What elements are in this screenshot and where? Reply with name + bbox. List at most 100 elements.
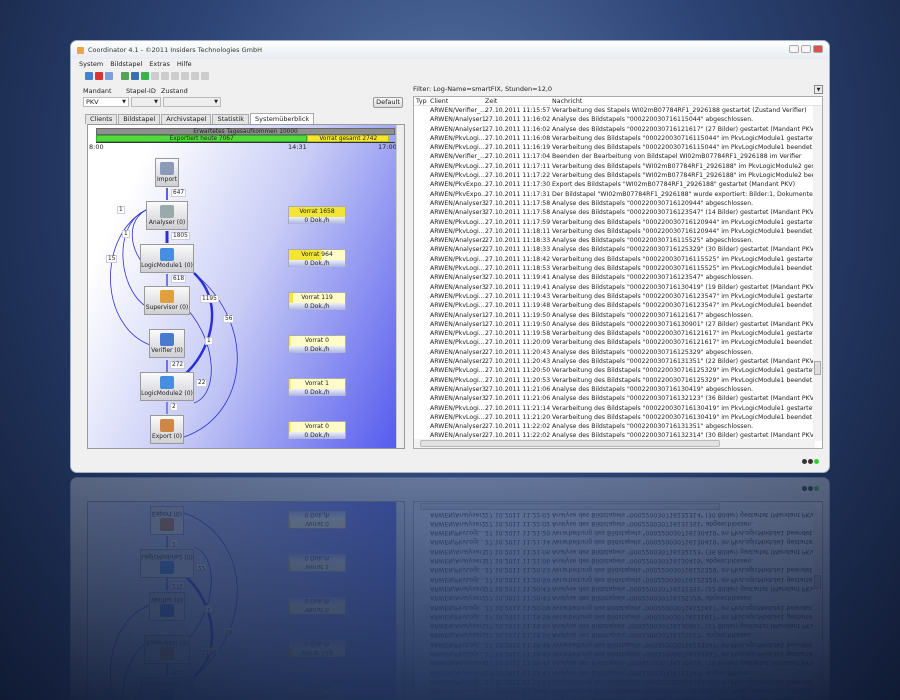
log-type	[414, 208, 428, 217]
log-message: Analyse des Bildstapels "000220030716130…	[552, 385, 754, 393]
log-row[interactable]: ARWEN/PkvLogi... 27.10.2011 11:17:59 Verar…	[414, 218, 822, 227]
disabled-tool-icon[interactable]	[201, 71, 209, 80]
log-type	[414, 338, 428, 347]
zustand-select[interactable]: ▼	[163, 97, 221, 107]
export-icon[interactable]	[131, 71, 139, 80]
node-supervisor[interactable]: Supervisor (0)	[144, 286, 190, 315]
node-import[interactable]: Import	[155, 158, 179, 187]
tab-systemueberblick[interactable]: Systemüberblick	[249, 113, 315, 124]
log-row[interactable]: ARWEN/PkvLogi... 27.10.2011 11:21:20 Verar…	[414, 413, 822, 422]
node-analyser[interactable]: Analyser (0)	[146, 201, 188, 230]
log-row[interactable]: ARWEN/PkvLogi... 27.10.2011 11:16:19 Verar…	[414, 143, 822, 152]
log-message: Verarbeitung des Bildstapels "0002200307…	[552, 367, 817, 375]
log-client: ARWEN/PkvLogi...	[430, 376, 485, 384]
log-time: 27.10.2011 11:19:58	[485, 330, 551, 338]
print-icon[interactable]	[181, 71, 189, 80]
log-row[interactable]: ARWEN/PkvLogi... 27.10.2011 11:20:50 Verar…	[414, 366, 822, 375]
menu-system[interactable]: System	[79, 60, 103, 68]
log-row[interactable]: ARWEN/Verifier_... 27.10.2011 11:15:57 Ver…	[414, 106, 822, 115]
menu-extras[interactable]: Extras	[149, 60, 170, 68]
log-row[interactable]: ARWEN/Analyser1 27.10.2011 11:19:50 Analys…	[414, 320, 822, 329]
log-row[interactable]: ARWEN/Analyser2 27.10.2011 11:22:02 Analys…	[414, 422, 822, 431]
disabled-tool-icon[interactable]	[151, 71, 159, 80]
log-row[interactable]: ARWEN/Analyser2 27.10.2011 11:20:43 Analys…	[414, 357, 822, 366]
log-row[interactable]: ARWEN/PkvLogi... 27.10.2011 11:19:58 Verar…	[414, 329, 822, 338]
tab-archivstapel[interactable]: Archivstapel	[161, 114, 212, 124]
open-batch-icon[interactable]	[85, 71, 93, 80]
delete-icon[interactable]	[95, 71, 103, 80]
log-row[interactable]: ARWEN/Analyser2 27.10.2011 11:18:33 Analys…	[414, 245, 822, 254]
log-row[interactable]: ARWEN/Analyser1 27.10.2011 11:19:50 Analys…	[414, 311, 822, 320]
mandant-label: Mandant	[83, 87, 112, 95]
log-row[interactable]: ARWEN/Analyser3 27.10.2011 11:21:06 Analys…	[414, 394, 822, 403]
maximize-button[interactable]	[801, 45, 811, 53]
log-row[interactable]: ARWEN/PkvLogi... 27.10.2011 11:19:43 Verar…	[414, 292, 822, 301]
log-row[interactable]: ARWEN/PkvExpo... 27.10.2011 11:17:30 Expor…	[414, 180, 822, 189]
scroll-thumb[interactable]	[814, 361, 821, 375]
log-row[interactable]: ARWEN/PkvLogi... 27.10.2011 11:21:14 Verar…	[414, 404, 822, 413]
default-button[interactable]: Default	[373, 97, 403, 108]
node-export[interactable]: Export (0)	[150, 415, 184, 444]
vorrat-rate: 0 Dok./h	[289, 303, 345, 310]
log-message: Verarbeitung des Bildstapels "0002200307…	[552, 330, 817, 338]
menu-hilfe[interactable]: Hilfe	[177, 60, 192, 68]
minimize-button[interactable]	[789, 45, 799, 53]
import-icon[interactable]	[121, 71, 129, 80]
log-row[interactable]: ARWEN/Analyser1 27.10.2011 11:16:02 Analys…	[414, 125, 822, 134]
log-client: ARWEN/Analyser1	[430, 125, 486, 133]
log-time: 27.10.2011 11:19:50	[485, 311, 551, 319]
log-message: Analyse des Bildstapels "000220030716115…	[552, 116, 754, 124]
node-label: Supervisor (0)	[145, 304, 189, 311]
log-row[interactable]: ARWEN/Analyser3 27.10.2011 11:19:41 Analys…	[414, 283, 822, 292]
node-logicmodule2[interactable]: LogicModule2 (0)	[140, 372, 194, 401]
log-row[interactable]: ARWEN/PkvLogi... 27.10.2011 11:16:08 Verar…	[414, 134, 822, 143]
log-row[interactable]: ARWEN/Analyser3 27.10.2011 11:17:58 Analys…	[414, 208, 822, 217]
log-row[interactable]: ARWEN/PkvExpo... 27.10.2011 11:17:31 Der B…	[414, 190, 822, 199]
log-row[interactable]: ARWEN/PkvLogi... 27.10.2011 11:20:09 Verar…	[414, 338, 822, 347]
filter-dropdown-button[interactable]: ▼	[814, 85, 823, 94]
horizontal-scrollbar[interactable]	[414, 439, 815, 448]
log-type	[414, 152, 428, 161]
mandant-select[interactable]: PKV ▼	[83, 97, 129, 107]
log-row[interactable]: ARWEN/PkvLogi... 27.10.2011 11:18:11 Verar…	[414, 227, 822, 236]
menu-bildstapel[interactable]: Bildstapel	[110, 60, 142, 68]
log-row[interactable]: ARWEN/Analyser2 27.10.2011 11:20:43 Analys…	[414, 348, 822, 357]
tab-statistik[interactable]: Statistik	[212, 114, 249, 124]
log-row[interactable]: ARWEN/PkvLogi... 27.10.2011 11:17:11 Verar…	[414, 162, 822, 171]
col-typ[interactable]: Typ	[414, 97, 428, 105]
log-row[interactable]: ARWEN/Analyser3 27.10.2011 11:17:58 Analys…	[414, 199, 822, 208]
log-row[interactable]: ARWEN/Analyser3 27.10.2011 11:21:06 Analys…	[414, 385, 822, 394]
col-zeit[interactable]: Zeit	[485, 97, 552, 105]
col-nachricht[interactable]: Nachricht	[552, 97, 822, 105]
vertical-scrollbar[interactable]	[813, 106, 822, 441]
col-client[interactable]: Client	[428, 97, 485, 105]
log-time: 27.10.2011 11:21:20	[485, 413, 551, 421]
log-row[interactable]: ARWEN/PkvLogi... 27.10.2011 11:18:53 Verar…	[414, 264, 822, 273]
chevron-down-icon: ▼	[214, 99, 218, 105]
scroll-thumb[interactable]	[420, 440, 720, 447]
stapel-id-select[interactable]: ▼	[131, 97, 161, 107]
tab-bildstapel[interactable]: Bildstapel	[118, 114, 161, 124]
tab-clients[interactable]: Clients	[85, 114, 118, 124]
log-row[interactable]: ARWEN/Analyser3 27.10.2011 11:19:41 Analys…	[414, 273, 822, 282]
log-time: 27.10.2011 11:16:19	[485, 144, 551, 152]
log-time: 27.10.2011 11:18:53	[485, 265, 551, 273]
disabled-tool-icon[interactable]	[171, 71, 179, 80]
disabled-tool-icon[interactable]	[191, 71, 199, 80]
log-row[interactable]: ARWEN/PkvLogi... 27.10.2011 11:18:42 Verar…	[414, 255, 822, 264]
log-row[interactable]: ARWEN/PkvLogi... 27.10.2011 11:20:53 Verar…	[414, 376, 822, 385]
log-row[interactable]: ARWEN/Verifier_... 27.10.2011 11:17:04 Bee…	[414, 152, 822, 161]
disabled-tool-icon[interactable]	[161, 71, 169, 80]
node-logicmodule1[interactable]: LogicModule1 (0)	[140, 244, 194, 273]
refresh-icon[interactable]	[141, 71, 149, 80]
log-time: 27.10.2011 11:21:14	[485, 404, 551, 412]
log-row[interactable]: ARWEN/Analyser1 27.10.2011 11:16:02 Analys…	[414, 115, 822, 124]
log-table: Typ Client Zeit Nachricht ARWEN/Verifier…	[413, 96, 823, 449]
edge-label: 1	[117, 206, 125, 214]
save-icon[interactable]	[105, 71, 113, 80]
node-verifier[interactable]: Verifier (0)	[149, 329, 185, 358]
log-row[interactable]: ARWEN/PkvLogi... 27.10.2011 11:17:22 Verar…	[414, 171, 822, 180]
log-row[interactable]: ARWEN/PkvLogi... 27.10.2011 11:19:48 Verar…	[414, 301, 822, 310]
log-row[interactable]: ARWEN/Analyser2 27.10.2011 11:18:33 Analys…	[414, 236, 822, 245]
close-button[interactable]	[813, 45, 823, 53]
